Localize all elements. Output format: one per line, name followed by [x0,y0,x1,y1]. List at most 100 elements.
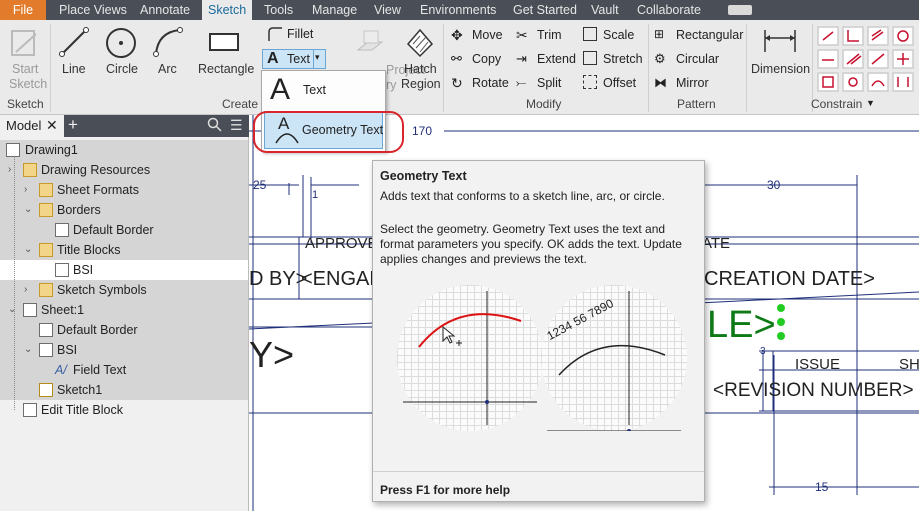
fillet-button[interactable]: Fillet [287,27,313,41]
geometry-text-tooltip: Geometry Text Adds text that conforms to… [372,160,705,502]
hatch-region-icon[interactable] [404,26,434,58]
tab-collaborate[interactable]: Collaborate [631,0,707,20]
dimension-1[interactable]: 1 [312,189,318,201]
tree-row[interactable]: ⌄ BSI [0,340,248,360]
line-button[interactable]: Line [62,62,86,76]
fillet-icon[interactable] [267,26,283,42]
tab-file[interactable]: File [0,0,46,20]
text-button-label[interactable]: Text [287,52,310,66]
tree-row[interactable]: Edit Title Block [0,400,248,420]
circle-button[interactable]: Circle [106,62,138,76]
tab-sketch[interactable]: Sketch [202,0,253,20]
tree-row[interactable]: › Sketch Symbols [0,280,248,300]
ribbon-divider [746,24,747,112]
chevron-down-icon[interactable]: ⌄ [24,240,32,260]
sketch-icon [39,383,53,397]
dimension-25[interactable]: 25 [253,178,266,192]
tree-label: Sketch Symbols [57,283,147,297]
tab-vault[interactable]: Vault [585,0,625,20]
circle-icon[interactable] [104,26,138,60]
tree-row[interactable]: Drawing1 [0,140,248,160]
ribbon-divider [648,24,649,112]
dimension-button[interactable]: Dimension [751,62,810,76]
add-tab-icon[interactable]: + [68,115,78,135]
tooltip-description: Adds text that conforms to a sketch line… [380,189,665,203]
offset-button[interactable]: Offset [603,76,636,90]
line-icon[interactable] [58,26,90,58]
close-icon[interactable]: ✕ [46,117,58,134]
panel-toggle-icon[interactable] [728,5,752,15]
hatch-region-label-2[interactable]: Region [401,77,441,91]
circular-pattern-button[interactable]: Circular [676,52,719,66]
revision-number-field[interactable]: <REVISION NUMBER> [713,380,914,402]
tab-model-label[interactable]: Model [6,118,41,133]
copy-icon: ⚯ [451,51,462,66]
arc-icon[interactable] [152,26,184,58]
offset-icon [583,75,597,89]
tree-row[interactable]: ⌄ Sheet:1 [0,300,248,320]
menu-icon[interactable]: ☰ [230,117,243,134]
tooltip-illustration-result: 1234 56 7890 [541,285,687,431]
tab-tools[interactable]: Tools [258,0,299,20]
arc-button[interactable]: Arc [158,62,177,76]
rotate-icon: ↻ [451,75,463,91]
drawn-by-field[interactable]: D BY> [249,268,307,291]
group-label-modify: Modify [526,97,562,111]
tree-row[interactable]: ⌄ Borders [0,200,248,220]
tab-place-views[interactable]: Place Views [53,0,133,20]
chevron-down-icon[interactable]: ⌄ [24,340,32,360]
tree-label: Sheet Formats [57,183,139,197]
tooltip-title: Geometry Text [380,169,467,183]
mirror-button[interactable]: Mirror [676,76,709,90]
tree-row[interactable]: Sketch1 [0,380,248,400]
dimension-icon[interactable] [762,26,798,56]
dropdown-text-item[interactable]: Text [303,83,326,97]
hatch-region-label[interactable]: Hatch [404,62,437,76]
chevron-down-icon[interactable]: ⌄ [8,300,16,320]
start-sketch-label[interactable]: Start [12,62,38,76]
tree-row[interactable]: › Drawing Resources [0,160,248,180]
tab-annotate[interactable]: Annotate [134,0,196,20]
trim-button[interactable]: Trim [537,28,562,42]
chevron-right-icon[interactable]: › [24,180,27,200]
dimension-30[interactable]: 30 [767,178,780,192]
tab-get-started[interactable]: Get Started [507,0,583,20]
creation-date-field[interactable]: CREATION DATE> [704,268,875,291]
copy-button[interactable]: Copy [472,52,501,66]
scale-button[interactable]: Scale [603,28,634,42]
start-sketch-label-2[interactable]: Sketch [9,77,47,91]
chevron-right-icon[interactable]: › [24,280,27,300]
stretch-button[interactable]: Stretch [603,52,643,66]
tree-row[interactable]: Default Border [0,220,248,240]
extend-button[interactable]: Extend [537,52,576,66]
tooltip-body: Select the geometry. Geometry Text uses … [380,222,682,266]
chevron-right-icon[interactable]: › [8,160,11,180]
circular-pattern-icon: ⚙ [654,51,666,66]
rectangular-pattern-button[interactable]: Rectangular [676,28,743,42]
dimension-3[interactable]: 3 [760,346,766,357]
chevron-down-icon[interactable]: ▾ [315,52,320,63]
tree-row[interactable]: › Sheet Formats [0,180,248,200]
rectangle-icon[interactable] [208,32,240,52]
split-button[interactable]: Split [537,76,561,90]
dimension-170[interactable]: 170 [412,124,432,138]
menu-bar: File Place Views Annotate Sketch Tools M… [0,0,919,20]
tree-row[interactable]: A/Field Text [0,360,248,380]
search-icon[interactable] [207,116,222,132]
title-field[interactable]: LE> [707,304,776,347]
tab-environments[interactable]: Environments [414,0,502,20]
chevron-down-icon[interactable]: ▼ [866,98,875,108]
tree-row[interactable]: ⌄ Title Blocks [0,240,248,260]
move-button[interactable]: Move [472,28,503,42]
group-label-constrain[interactable]: Constrain [811,97,862,111]
sheet-icon [23,303,37,317]
chevron-down-icon[interactable]: ⌄ [24,200,32,220]
dimension-15[interactable]: 15 [815,480,828,494]
rotate-button[interactable]: Rotate [472,76,509,90]
rectangle-button[interactable]: Rectangle [198,62,254,76]
tab-view[interactable]: View [368,0,407,20]
tree-row[interactable]: Default Border [0,320,248,340]
company-field[interactable]: Y> [249,334,294,376]
tab-manage[interactable]: Manage [306,0,363,20]
tree-row[interactable]: BSI [0,260,248,280]
